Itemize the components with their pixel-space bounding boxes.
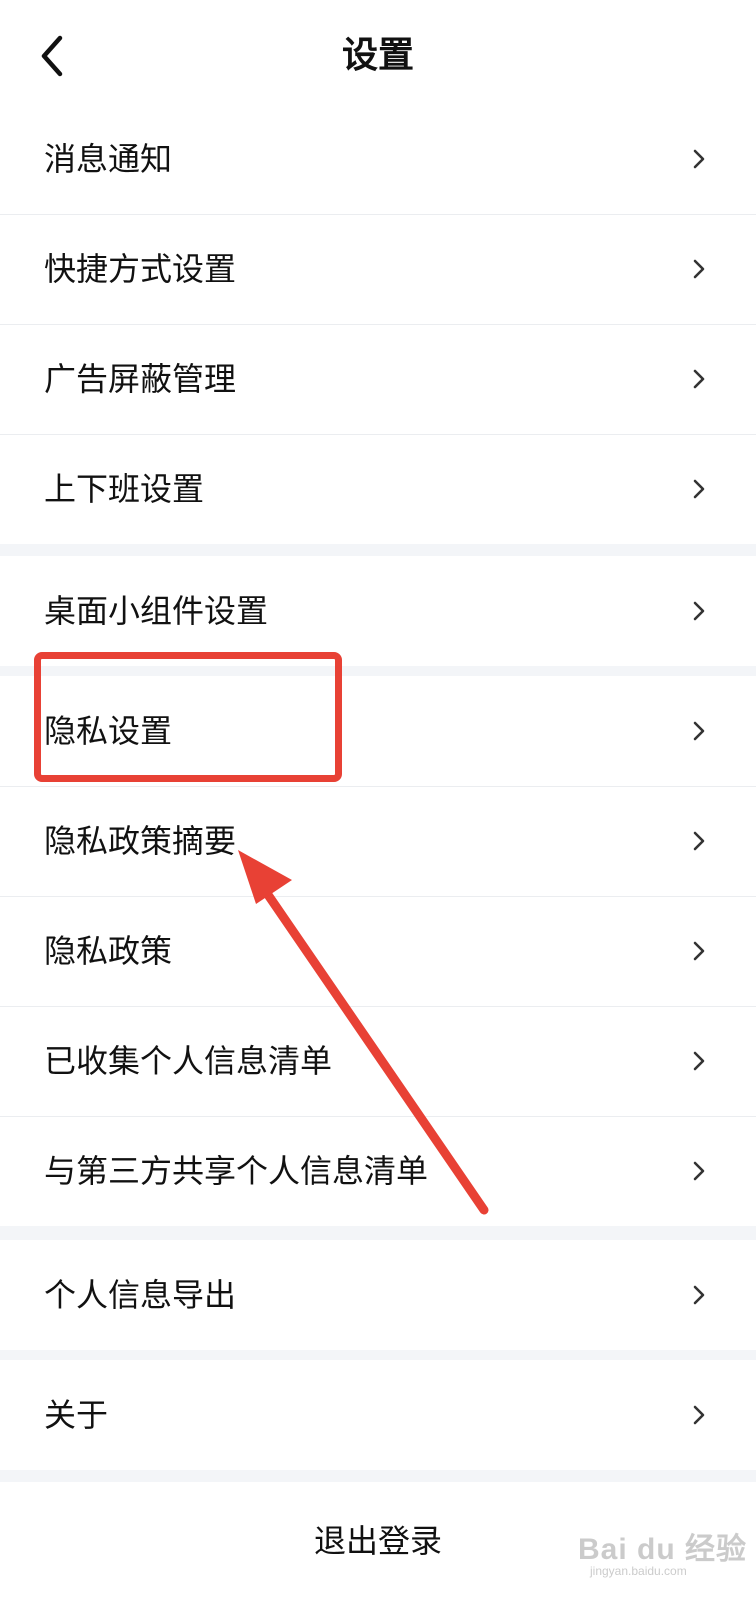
chevron-right-icon <box>693 601 705 621</box>
settings-item-label: 隐私政策摘要 <box>44 822 237 860</box>
chevron-right-icon <box>693 1161 705 1181</box>
settings-item-label: 消息通知 <box>44 140 173 178</box>
settings-group-general: 消息通知 快捷方式设置 广告屏蔽管理 上下班设置 <box>0 104 756 544</box>
settings-item-collected-personal-info-list[interactable]: 已收集个人信息清单 <box>0 1006 756 1116</box>
settings-item-ad-block-management[interactable]: 广告屏蔽管理 <box>0 324 756 434</box>
settings-item-label: 与第三方共享个人信息清单 <box>44 1152 429 1190</box>
chevron-right-icon <box>693 721 705 741</box>
chevron-right-icon <box>693 831 705 851</box>
settings-group-about: 关于 <box>0 1360 756 1470</box>
settings-item-label: 快捷方式设置 <box>44 250 237 288</box>
settings-item-label: 隐私设置 <box>44 712 173 750</box>
chevron-right-icon <box>693 1285 705 1305</box>
settings-item-label: 广告屏蔽管理 <box>44 360 237 398</box>
page-title: 设置 <box>341 35 414 76</box>
chevron-right-icon <box>693 1051 705 1071</box>
chevron-right-icon <box>693 369 705 389</box>
chevron-right-icon <box>693 1405 705 1425</box>
settings-item-privacy-policy-summary[interactable]: 隐私政策摘要 <box>0 786 756 896</box>
settings-item-label: 隐私政策 <box>44 932 173 970</box>
settings-item-label: 桌面小组件设置 <box>44 592 269 630</box>
settings-item-label: 已收集个人信息清单 <box>44 1042 333 1080</box>
settings-item-third-party-sharing-list[interactable]: 与第三方共享个人信息清单 <box>0 1116 756 1226</box>
settings-item-commute-settings[interactable]: 上下班设置 <box>0 434 756 544</box>
settings-item-personal-info-export[interactable]: 个人信息导出 <box>0 1240 756 1350</box>
settings-group-widgets: 桌面小组件设置 <box>0 556 756 666</box>
settings-group-export: 个人信息导出 <box>0 1240 756 1350</box>
settings-item-privacy-settings[interactable]: 隐私设置 <box>0 676 756 786</box>
settings-item-message-notification[interactable]: 消息通知 <box>0 104 756 214</box>
settings-item-about[interactable]: 关于 <box>0 1360 756 1470</box>
chevron-right-icon <box>693 259 705 279</box>
settings-item-label: 个人信息导出 <box>44 1276 237 1314</box>
settings-item-shortcut-settings[interactable]: 快捷方式设置 <box>0 214 756 324</box>
logout-button[interactable]: 退出登录 <box>0 1482 756 1600</box>
chevron-right-icon <box>693 479 705 499</box>
chevron-right-icon <box>693 149 705 169</box>
chevron-right-icon <box>693 941 705 961</box>
settings-item-label: 关于 <box>44 1396 109 1434</box>
top-bar: 设置 <box>0 0 756 104</box>
settings-group-privacy: 隐私设置 隐私政策摘要 隐私政策 已收集个人信息清单 与第三方共享个人信息清单 <box>0 676 756 1226</box>
settings-item-desktop-widget-settings[interactable]: 桌面小组件设置 <box>0 556 756 666</box>
settings-item-privacy-policy[interactable]: 隐私政策 <box>0 896 756 1006</box>
logout-section: 退出登录 <box>0 1482 756 1600</box>
settings-item-label: 上下班设置 <box>44 470 205 508</box>
